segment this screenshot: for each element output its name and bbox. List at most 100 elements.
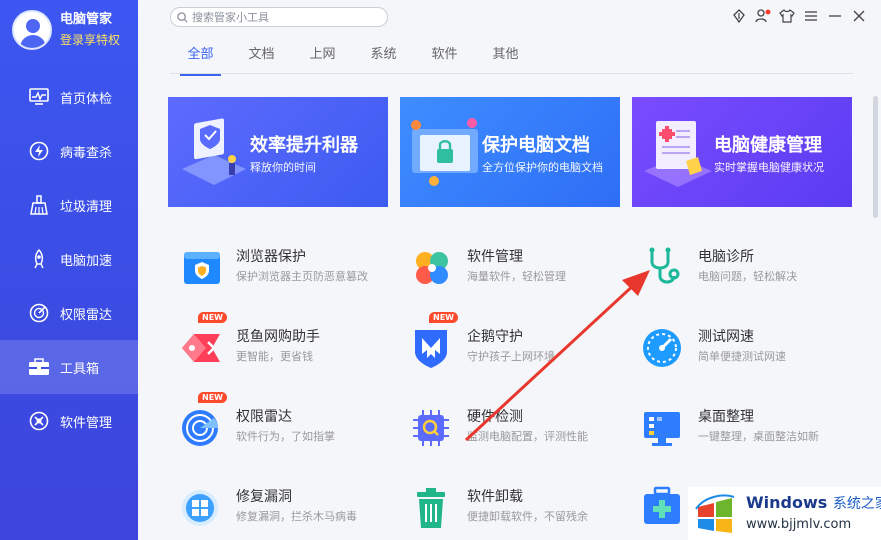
new-badge: NEW [429, 312, 458, 323]
window-controls [731, 8, 867, 24]
new-badge: NEW [198, 312, 227, 323]
windows-repair-icon [182, 490, 218, 526]
tool-desktop-organize[interactable]: 桌面整理 一键整理，桌面整洁如新 [634, 406, 854, 456]
medical-kit-icon [644, 486, 680, 524]
banner-title: 效率提升利器 [250, 135, 358, 156]
sidebar-item-permission-radar[interactable]: 权限雷达 [0, 286, 138, 340]
new-badge: NEW [198, 392, 227, 403]
tool-title: 权限雷达 [236, 409, 292, 425]
tool-software-manager[interactable]: 软件管理 海量软件，轻松管理 [403, 246, 623, 296]
tool-uninstall[interactable]: 软件卸载 便捷卸载软件，不留残余 [403, 486, 623, 536]
sidebar: 电脑管家 登录享特权 首页体检 病毒查杀 垃圾清理 电脑加速 权限雷达 工具箱 … [0, 0, 138, 540]
sidebar-nav: 首页体检 病毒查杀 垃圾清理 电脑加速 权限雷达 工具箱 软件管理 [0, 70, 138, 448]
close-icon[interactable] [851, 8, 867, 24]
skin-icon[interactable] [731, 8, 747, 24]
tool-title: 企鹅守护 [467, 329, 523, 345]
tool-title: 软件管理 [467, 249, 523, 265]
sidebar-item-label: 垃圾清理 [60, 199, 113, 215]
tool-fix-vulnerability[interactable]: 修复漏洞 修复漏洞，拦杀木马病毒 [172, 486, 392, 536]
lightning-icon [28, 140, 50, 162]
banner-document-protection[interactable]: 保护电脑文档 全方位保护你的电脑文档 [400, 97, 620, 207]
search-icon [177, 11, 188, 23]
document-lock-illustration-icon [411, 118, 478, 186]
toolbox-icon [28, 356, 50, 378]
tool-title: 测试网速 [698, 329, 754, 345]
software-manager-icon [416, 252, 448, 284]
category-tabs: 全部 文档 上网 系统 软件 其他 [170, 40, 853, 76]
tool-title: 硬件检测 [467, 409, 523, 425]
sidebar-item-label: 病毒查杀 [60, 145, 113, 161]
sidebar-item-label: 电脑加速 [60, 253, 113, 269]
health-report-illustration-icon [644, 121, 712, 187]
penguin-guard-icon [415, 330, 447, 368]
radar-icon [182, 410, 218, 446]
profile-name: 电脑管家 [60, 12, 113, 27]
desktop-icon [644, 412, 680, 446]
menu-icon[interactable] [803, 8, 819, 24]
tool-desc: 一键整理，桌面整洁如新 [698, 430, 819, 443]
avatar[interactable] [12, 10, 52, 50]
windows-logo-icon [695, 494, 735, 533]
broom-icon [28, 194, 50, 216]
sidebar-item-virus-scan[interactable]: 病毒查杀 [0, 124, 138, 178]
watermark-brand-suffix: 系统之家 [832, 496, 881, 512]
banner-efficiency[interactable]: 效率提升利器 释放你的时间 [168, 97, 388, 207]
banner-title: 保护电脑文档 [482, 135, 590, 156]
scrollbar-thumb[interactable] [873, 96, 878, 218]
tab-software[interactable]: 软件 [414, 40, 475, 73]
tool-permission-radar[interactable]: NEW 权限雷达 软件行为，了如指掌 [172, 392, 392, 456]
tool-penguin-guard[interactable]: NEW 企鹅守护 守护孩子上网环境 [403, 312, 623, 376]
sidebar-item-software[interactable]: 软件管理 [0, 394, 138, 448]
minimize-icon[interactable] [827, 8, 843, 24]
tab-other[interactable]: 其他 [475, 40, 536, 73]
tool-title: 电脑诊所 [698, 249, 754, 265]
tool-title: 浏览器保护 [236, 249, 306, 265]
sidebar-item-checkup[interactable]: 首页体检 [0, 70, 138, 124]
tool-desc: 更智能，更省钱 [236, 350, 313, 363]
stethoscope-icon [649, 247, 680, 284]
sidebar-item-label: 软件管理 [60, 415, 113, 431]
user-settings-icon[interactable] [755, 8, 771, 24]
banner-subtitle: 实时掌握电脑健康状况 [714, 161, 824, 174]
profile[interactable]: 电脑管家 登录享特权 [12, 10, 120, 50]
tool-hardware-detect[interactable]: 硬件检测 监测电脑配置，评测性能 [403, 406, 623, 456]
tool-desc: 简单便捷测试网速 [698, 350, 786, 363]
tool-desc: 软件行为，了如指掌 [236, 430, 335, 443]
tool-shopping-assistant[interactable]: NEW 觅鱼网购助手 更智能，更省钱 [172, 312, 392, 376]
banner-subtitle: 全方位保护你的电脑文档 [482, 161, 603, 174]
tab-all[interactable]: 全部 [170, 40, 231, 76]
watermark-brand: Windows 系统之家 [746, 493, 881, 513]
tool-desc: 监测电脑配置，评测性能 [467, 430, 588, 443]
monitor-icon [28, 86, 50, 108]
tool-title: 觅鱼网购助手 [236, 329, 320, 345]
banner-row: 效率提升利器 释放你的时间 保护电脑文档 全方位保护你的电脑文档 电脑健康管理 … [168, 97, 852, 207]
tool-browser-protection[interactable]: 浏览器保护 保护浏览器主页防恶意篡改 [172, 246, 392, 296]
tab-internet[interactable]: 上网 [292, 40, 353, 73]
tool-title: 修复漏洞 [236, 489, 292, 505]
apps-icon [28, 410, 50, 432]
login-link[interactable]: 登录享特权 [60, 31, 120, 49]
sidebar-item-speedup[interactable]: 电脑加速 [0, 232, 138, 286]
sidebar-item-toolbox[interactable]: 工具箱 [0, 340, 138, 394]
watermark: Windows 系统之家 www.bjjmlv.com [688, 487, 881, 540]
speedometer-icon [643, 329, 681, 367]
banner-title: 电脑健康管理 [714, 135, 822, 156]
search-box[interactable] [170, 7, 388, 27]
sidebar-item-cleanup[interactable]: 垃圾清理 [0, 178, 138, 232]
sidebar-item-label: 工具箱 [60, 361, 100, 377]
sidebar-item-label: 权限雷达 [60, 307, 113, 323]
fish-tag-icon [182, 334, 220, 362]
banner-health-management[interactable]: 电脑健康管理 实时掌握电脑健康状况 [632, 97, 852, 207]
tool-desc: 海量软件，轻松管理 [467, 270, 566, 283]
trash-icon [417, 488, 445, 528]
tool-desc: 修复漏洞，拦杀木马病毒 [236, 510, 357, 523]
tool-speed-test[interactable]: 测试网速 简单便捷测试网速 [634, 326, 854, 376]
chip-search-icon [413, 410, 449, 446]
search-input[interactable] [192, 10, 382, 24]
radar-icon [28, 302, 50, 324]
tab-documents[interactable]: 文档 [231, 40, 292, 73]
tab-system[interactable]: 系统 [353, 40, 414, 73]
tool-pc-clinic[interactable]: 电脑诊所 电脑问题，轻松解决 [634, 246, 854, 296]
tool-desc: 便捷卸载软件，不留残余 [467, 510, 588, 523]
shirt-icon[interactable] [779, 8, 795, 24]
